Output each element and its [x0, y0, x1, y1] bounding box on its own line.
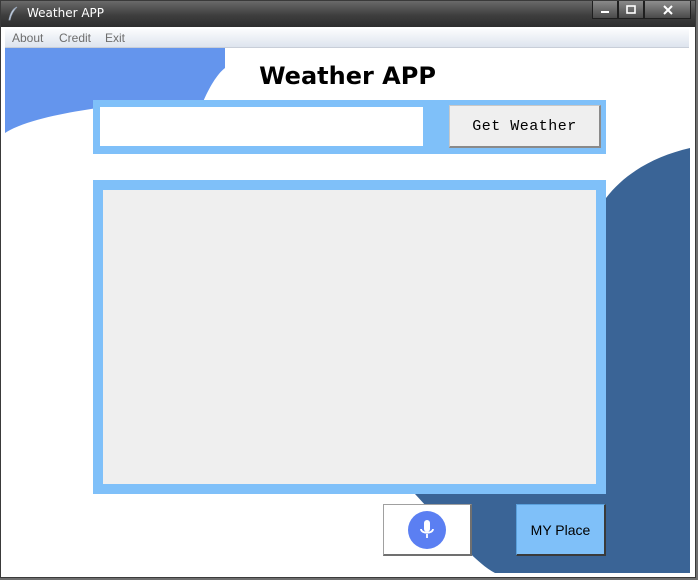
main-canvas: Weather APP Get Weather MY Place	[5, 48, 690, 573]
title-bar[interactable]: Weather APP	[1, 1, 695, 27]
close-icon	[662, 4, 673, 15]
get-weather-button[interactable]: Get Weather	[449, 105, 601, 148]
feather-icon	[8, 6, 18, 21]
result-frame	[93, 180, 606, 494]
menu-exit[interactable]: Exit	[105, 31, 125, 45]
maximize-button[interactable]	[618, 1, 644, 19]
menu-credit[interactable]: Credit	[59, 31, 91, 45]
close-button[interactable]	[644, 1, 691, 19]
microphone-icon	[420, 519, 434, 538]
mic-badge	[408, 510, 446, 549]
window-controls	[592, 1, 691, 20]
voice-search-button[interactable]	[383, 504, 472, 556]
my-place-button[interactable]: MY Place	[516, 504, 606, 556]
search-frame: Get Weather	[93, 100, 606, 154]
maximize-icon	[626, 5, 636, 14]
menu-bar: About Credit Exit	[5, 29, 689, 48]
city-input[interactable]	[100, 107, 423, 146]
page-title: Weather APP	[259, 62, 436, 90]
minimize-button[interactable]	[592, 1, 618, 19]
weather-result-panel	[103, 190, 596, 484]
menu-about[interactable]: About	[12, 31, 43, 45]
minimize-icon	[601, 10, 609, 13]
window-title: Weather APP	[27, 6, 105, 20]
app-window: Weather APP About Credit Exit Weather AP…	[0, 0, 696, 578]
